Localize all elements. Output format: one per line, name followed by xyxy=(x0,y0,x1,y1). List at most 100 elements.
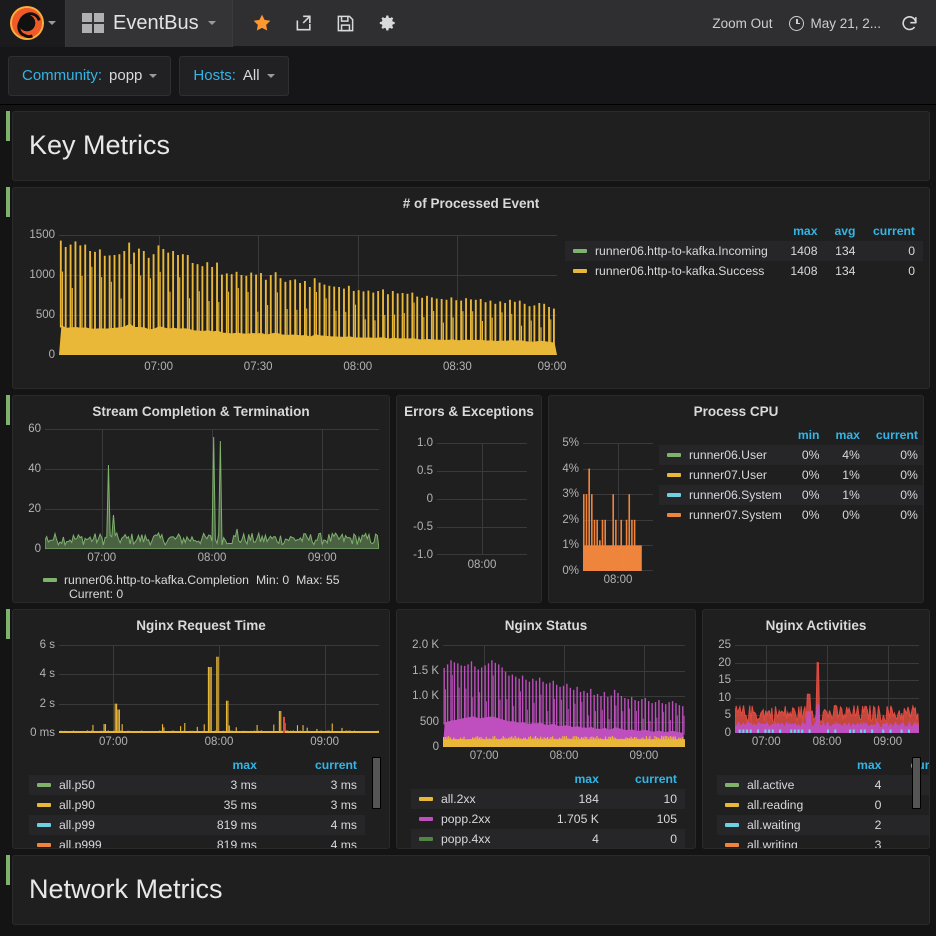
legend-row[interactable]: runner06.User 0% 4% 0% xyxy=(659,445,923,465)
legend-cell-current: 105 xyxy=(656,812,677,826)
chevron-down-icon[interactable] xyxy=(207,21,216,25)
legend-series-name[interactable]: runner07.User xyxy=(659,465,790,485)
grafana-logo xyxy=(9,6,44,40)
legend-cell-current: 0% xyxy=(900,468,918,482)
series-swatch xyxy=(419,817,433,821)
save-icon[interactable] xyxy=(335,12,357,34)
legend-series-name[interactable]: all.2xx xyxy=(411,789,529,809)
legend-scrollbar[interactable] xyxy=(912,757,921,809)
panel-process-cpu[interactable]: Process CPU 5% 4% 3% 2% 1% 0% 08:00 min max cu… xyxy=(548,395,924,603)
panel-nginx-request-time[interactable]: Nginx Request Time 6 s4 s 2 s0 ms 07:00 0… xyxy=(12,609,390,849)
x-axis-nginx-status: 07:00 08:00 09:00 xyxy=(469,750,659,762)
row-network-metrics: Network Metrics xyxy=(6,855,930,925)
legend-cell-current xyxy=(889,775,929,795)
legend-cell-current xyxy=(889,795,929,815)
series-swatch xyxy=(725,823,739,827)
legend-series-name[interactable]: all.p90 xyxy=(29,795,168,815)
series-swatch xyxy=(667,473,681,477)
star-icon[interactable] xyxy=(251,12,273,34)
series-swatch xyxy=(419,837,433,841)
panel-title-nginx-activities: Nginx Activities xyxy=(765,618,867,633)
legend-header-name xyxy=(565,223,781,241)
time-range-picker[interactable]: May 21, 2... xyxy=(789,15,881,31)
row-processed-event: # of Processed Event 1500 1000 500 0 07:00… xyxy=(6,187,930,389)
legend-series-name[interactable]: all.writing xyxy=(717,835,838,848)
legend-cell-current: 4 ms xyxy=(264,815,365,835)
panel-title-nginx-status: Nginx Status xyxy=(504,618,588,633)
legend-row[interactable]: runner06.http-to-kafka.Incoming 1408 134 0 xyxy=(565,241,923,261)
legend-row[interactable]: all.active 4 xyxy=(717,775,929,795)
legend-row[interactable]: runner06.http-to-kafka.Success 1408 134 0 xyxy=(565,261,923,281)
legend-header: current xyxy=(315,758,357,772)
panel-nginx-status[interactable]: Nginx Status 2.0 K 1.5 K 1.0 K 500 0 07:00 0… xyxy=(396,609,696,849)
panel-stream-completion[interactable]: Stream Completion & Termination 60 40 20 0… xyxy=(12,395,390,603)
legend-row[interactable]: runner06.System 0% 1% 0% xyxy=(659,485,923,505)
share-icon[interactable] xyxy=(293,12,315,34)
settings-icon[interactable] xyxy=(377,12,399,34)
chevron-down-icon[interactable] xyxy=(47,21,56,25)
legend-cell-max: 1408 xyxy=(790,264,818,278)
plot-process-cpu xyxy=(583,443,653,571)
legend-series-name[interactable]: all.waiting xyxy=(717,815,838,835)
legend-row[interactable]: popp.4xx 4 0 xyxy=(411,829,685,848)
variable-community[interactable]: Community: popp xyxy=(8,55,172,96)
legend-series-name[interactable]: runner06.http-to-kafka.Incoming xyxy=(565,241,782,261)
grafana-home-button[interactable] xyxy=(0,0,66,47)
legend-cell-max: 0 xyxy=(874,798,882,812)
chevron-down-icon[interactable] xyxy=(266,73,275,78)
legend-row[interactable]: all.p50 3 ms 3 ms xyxy=(29,775,365,795)
panel-errors-exceptions[interactable]: Errors & Exceptions 1.0 0.5 0 -0.5 -1.0 08:… xyxy=(396,395,542,603)
legend-header: min xyxy=(797,428,820,442)
legend-row[interactable]: all.p99 819 ms 4 ms xyxy=(29,815,365,835)
panel-nginx-activities[interactable]: Nginx Activities 25 20 15 10 5 0 07:00 08:00 0… xyxy=(702,609,930,849)
legend-series-name[interactable]: popp.2xx xyxy=(411,809,529,829)
legend-series-name[interactable]: runner06.http-to-kafka.Success xyxy=(565,261,781,281)
plot-stream-completion xyxy=(45,429,379,549)
legend-header-name xyxy=(411,771,529,789)
panel-processed-event[interactable]: # of Processed Event 1500 1000 500 0 07:00… xyxy=(12,187,930,389)
legend-cell-current: 4 ms xyxy=(330,838,357,849)
plot-nginx-request-time xyxy=(59,645,379,733)
legend-row[interactable]: popp.2xx 1.705 K 105 xyxy=(411,809,685,829)
legend-series-name[interactable]: all.p999 xyxy=(29,835,168,848)
legend-series-name[interactable]: runner06.System xyxy=(659,485,790,505)
legend-row[interactable]: all.p999 819 ms 4 ms xyxy=(29,835,365,849)
legend-series-name[interactable]: all.reading xyxy=(717,795,838,815)
legend-scrollbar[interactable] xyxy=(372,757,381,809)
legend-cell-max: 1% xyxy=(842,468,860,482)
x-axis-processed-event: 07:00 07:30 08:00 08:30 09:00 xyxy=(144,361,567,373)
legend-row[interactable]: all.p90 35 ms 3 ms xyxy=(29,795,365,815)
variable-hosts[interactable]: Hosts: All xyxy=(179,55,289,96)
dashboard-picker[interactable]: EventBus xyxy=(66,0,233,47)
legend-cell-max: 0% xyxy=(842,508,860,522)
refresh-icon[interactable] xyxy=(898,12,920,34)
legend-row[interactable]: all.writing 3 xyxy=(717,835,929,848)
legend-row[interactable]: all.waiting 2 xyxy=(717,815,929,835)
panel-title-errors-exceptions: Errors & Exceptions xyxy=(404,404,534,419)
legend-row[interactable]: runner07.User 0% 1% 0% xyxy=(659,465,923,485)
legend-header-name xyxy=(659,427,790,445)
legend-row[interactable]: runner07.System 0% 0% 0% xyxy=(659,505,923,525)
legend-cell-avg: 134 xyxy=(825,241,864,261)
legend-row[interactable]: all.2xx 184 10 xyxy=(411,789,685,809)
legend-series-name[interactable]: all.p50 xyxy=(29,775,169,795)
y-axis-errors: 1.0 0.5 0 -0.5 -1.0 xyxy=(413,437,433,561)
zoom-out-button[interactable]: Zoom Out xyxy=(712,16,772,31)
legend-series-name[interactable]: all.active xyxy=(717,775,838,795)
y-axis-nginx-request-time: 6 s4 s 2 s0 ms xyxy=(30,639,55,739)
series-swatch xyxy=(37,843,51,847)
legend-row[interactable]: all.reading 0 xyxy=(717,795,929,815)
chevron-down-icon[interactable] xyxy=(149,73,158,78)
y-axis-process-cpu: 5% 4% 3% 2% 1% 0% xyxy=(562,437,579,577)
plot-processed-event xyxy=(59,235,557,355)
legend-series-name[interactable]: runner06.User xyxy=(659,445,790,465)
y-axis-processed-event: 1500 1000 500 0 xyxy=(29,229,55,361)
legend-cell-max: 819 ms xyxy=(216,838,257,849)
legend-series-name[interactable]: runner07.System xyxy=(659,505,790,525)
legend-nginx-request-time: max current all.p50 3 ms 3 ms all.p90 35 ms 3 m… xyxy=(29,757,365,849)
dashboard-body: Key Metrics # of Processed Event 1500 100… xyxy=(0,111,936,925)
legend-series-name[interactable]: popp.4xx xyxy=(411,829,529,848)
legend-series-name[interactable]: all.p99 xyxy=(29,815,169,835)
legend-header: max xyxy=(232,758,257,772)
section-title-network-metrics: Network Metrics xyxy=(29,874,223,904)
